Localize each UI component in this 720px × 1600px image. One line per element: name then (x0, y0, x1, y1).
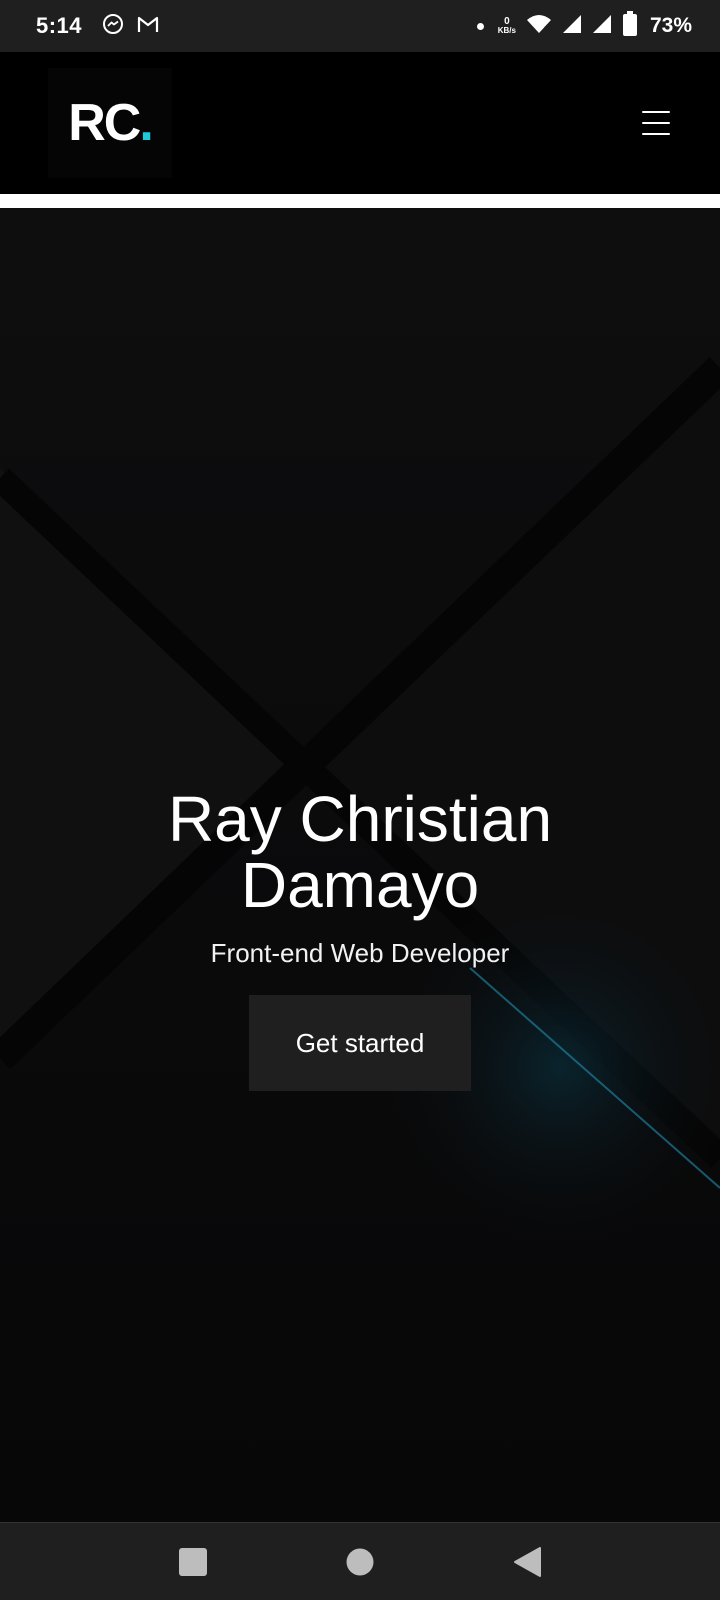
signal-icon (592, 14, 612, 39)
hero-title-line1: Ray Christian (167, 783, 553, 855)
status-right: 0 KB/s 73% (476, 10, 692, 42)
hero-subtitle: Front-end Web Developer (210, 938, 510, 968)
net-speed-value: 0 (504, 16, 510, 27)
network-speed: 0 KB/s (497, 16, 516, 36)
hero-title-line2: Damayo (240, 849, 480, 921)
system-nav-bar (0, 1522, 720, 1600)
hero-title: Ray Christian Damayo (168, 786, 552, 918)
site-logo[interactable]: RC. (48, 68, 172, 178)
battery-percent: 73% (649, 14, 692, 37)
hamburger-menu-icon[interactable] (642, 111, 670, 135)
back-triangle-icon[interactable] (507, 1542, 547, 1582)
status-time: 5:14 (36, 13, 83, 38)
wifi-icon (526, 13, 552, 40)
status-bar: 5:14 0 KB/s 73% (0, 0, 720, 52)
header-divider (0, 194, 720, 208)
messenger-icon (102, 13, 124, 40)
logo-text: RC. (68, 93, 154, 153)
logo-dot: . (139, 94, 154, 152)
menu-line (642, 111, 670, 113)
battery-icon (622, 10, 638, 42)
status-left: 5:14 (36, 13, 160, 40)
hero-section: Ray Christian Damayo Front-end Web Devel… (0, 208, 720, 1522)
gmail-icon (136, 14, 160, 39)
net-speed-unit: KB/s (497, 26, 516, 35)
logo-initials: RC (68, 94, 141, 152)
hero-content: Ray Christian Damayo Front-end Web Devel… (0, 786, 720, 1091)
menu-line (642, 133, 670, 135)
signal-icon (562, 14, 582, 39)
home-circle-icon[interactable] (340, 1542, 380, 1582)
notification-icons (102, 13, 160, 40)
dot-icon (476, 22, 484, 30)
get-started-button[interactable]: Get started (249, 995, 471, 1091)
recents-square-icon[interactable] (173, 1542, 213, 1582)
menu-line (642, 122, 670, 124)
site-header: RC. (0, 52, 720, 194)
